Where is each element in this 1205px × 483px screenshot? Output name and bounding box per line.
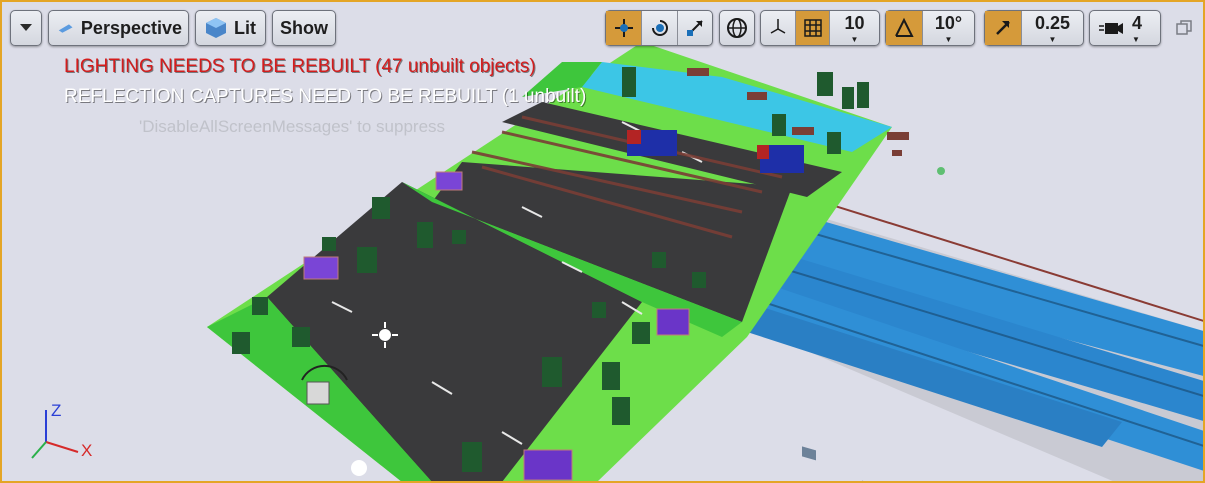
coordinate-system-button[interactable] bbox=[719, 10, 755, 46]
z-axis-label: Z bbox=[51, 401, 61, 420]
grid-icon bbox=[803, 19, 822, 37]
sphere-reflection-capture bbox=[351, 460, 367, 476]
x-axis-label: X bbox=[81, 441, 92, 460]
x-axis-line bbox=[45, 441, 79, 453]
scale-snap-value-dropdown[interactable]: 0.25 ▼ bbox=[1021, 11, 1083, 45]
grid-snap-group: 10 ▼ bbox=[760, 10, 880, 46]
axis-indicator: Z X bbox=[26, 400, 106, 470]
rotate-icon bbox=[651, 20, 668, 36]
rotation-snap-group: 10° ▼ bbox=[885, 10, 975, 46]
reflection-rebuild-warning: REFLECTION CAPTURES NEED TO BE REBUILT (… bbox=[64, 86, 587, 107]
surface-snap-icon bbox=[770, 19, 786, 34]
show-flags-button[interactable]: Show bbox=[272, 10, 336, 46]
view-mode-label: Perspective bbox=[80, 17, 182, 38]
y-axis-line bbox=[31, 441, 47, 459]
level-viewport[interactable]: Perspective Lit Show 10 ▼ 10° ▼ 0.25 ▼ 4… bbox=[0, 0, 1205, 483]
viewport-options-button[interactable] bbox=[10, 10, 42, 46]
scale-mode-button[interactable] bbox=[676, 11, 712, 45]
sky-actor bbox=[937, 167, 945, 175]
grid-snap-value: 10 bbox=[844, 12, 865, 33]
grid-snap-value-dropdown[interactable]: 10 ▼ bbox=[829, 11, 879, 45]
suppress-messages-hint: 'DisableAllScreenMessages' to suppress bbox=[139, 117, 446, 136]
view-mode-button[interactable]: Perspective bbox=[48, 10, 189, 46]
rotation-snap-toggle[interactable] bbox=[886, 11, 922, 45]
lighting-mode-label: Lit bbox=[234, 17, 256, 38]
maximize-icon bbox=[1176, 20, 1192, 35]
chevron-down-icon: ▼ bbox=[1132, 34, 1140, 44]
scale-snap-group: 0.25 ▼ bbox=[984, 10, 1084, 46]
lighting-mode-button[interactable]: Lit bbox=[195, 10, 266, 46]
camera-speed-icon bbox=[1099, 23, 1123, 34]
rotation-snap-value: 10° bbox=[934, 12, 963, 33]
angle-icon bbox=[895, 17, 914, 37]
perspective-camera-icon bbox=[58, 24, 73, 33]
translate-mode-button[interactable] bbox=[606, 11, 642, 45]
translate-icon bbox=[614, 19, 633, 37]
camera-speed-value: 4 bbox=[1132, 12, 1143, 33]
camera-speed-button[interactable]: 4 ▼ bbox=[1089, 10, 1161, 46]
scale-snap-value: 0.25 bbox=[1034, 12, 1071, 33]
grid-snap-toggle[interactable] bbox=[795, 11, 829, 45]
globe-icon bbox=[727, 18, 747, 38]
scale-snap-icon bbox=[996, 21, 1010, 35]
maximize-viewport-button[interactable] bbox=[1176, 20, 1192, 36]
chevron-down-icon: ▼ bbox=[1048, 34, 1057, 44]
lit-cube-icon bbox=[206, 18, 226, 38]
chevron-down-icon: ▼ bbox=[850, 34, 859, 44]
transform-tools-group bbox=[605, 10, 713, 46]
surface-snap-button[interactable] bbox=[761, 11, 795, 45]
chevron-down-icon bbox=[20, 24, 32, 31]
rotation-snap-value-dropdown[interactable]: 10° ▼ bbox=[922, 11, 974, 45]
rotate-mode-button[interactable] bbox=[641, 11, 676, 45]
show-flags-label: Show bbox=[280, 17, 328, 38]
scale-icon bbox=[686, 20, 703, 36]
chevron-down-icon: ▼ bbox=[944, 34, 953, 44]
scale-snap-toggle[interactable] bbox=[985, 11, 1021, 45]
lighting-rebuild-warning: LIGHTING NEEDS TO BE REBUILT (47 unbuilt… bbox=[64, 56, 536, 77]
player-start-actor bbox=[306, 381, 330, 405]
